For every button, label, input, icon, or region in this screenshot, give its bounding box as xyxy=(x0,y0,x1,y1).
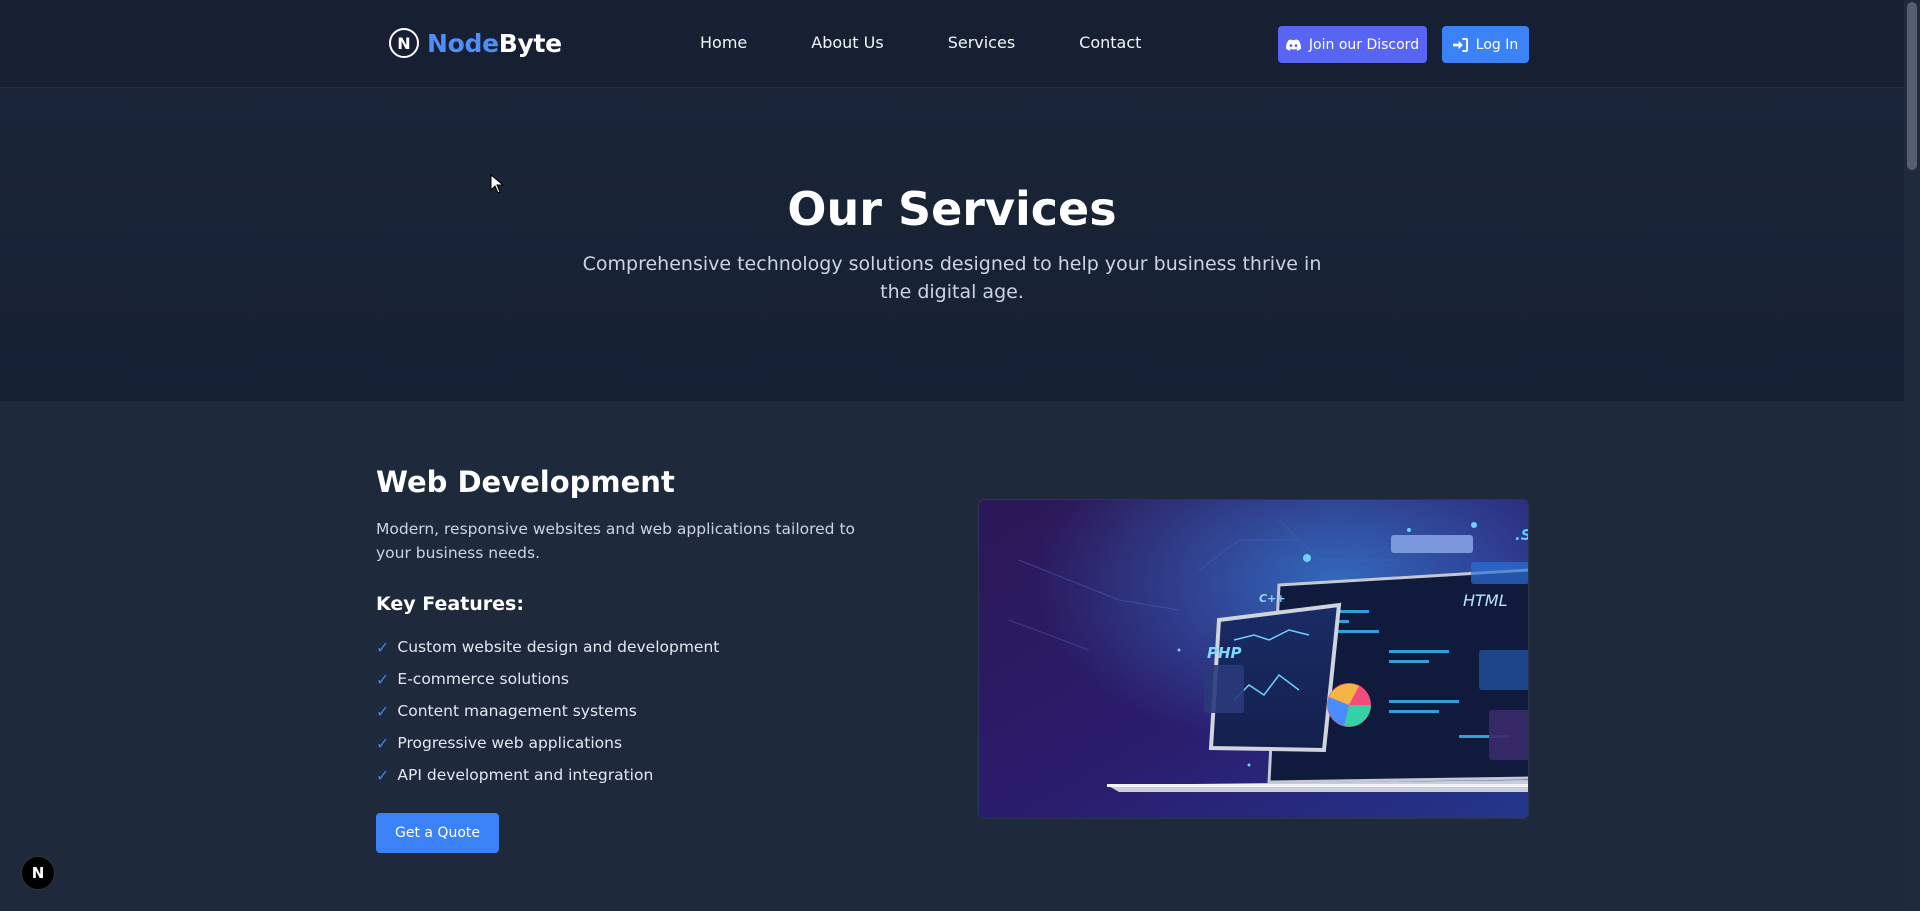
nav-link-home[interactable]: Home xyxy=(700,33,747,52)
service-title: Web Development xyxy=(376,465,675,499)
feature-label: Progressive web applications xyxy=(397,734,623,752)
discord-icon xyxy=(1285,38,1301,51)
main-nav: Home About Us Services Contact xyxy=(700,33,1205,52)
scrollbar-thumb[interactable] xyxy=(1907,2,1917,170)
feature-item: ✓ E-commerce solutions xyxy=(376,663,719,695)
navbar: N NodeByte Home About Us Services Contac… xyxy=(0,0,1904,88)
service-web-development: Web Development Modern, responsive websi… xyxy=(0,401,1904,911)
feature-item: ✓ Content management systems xyxy=(376,695,719,727)
feature-label: API development and integration xyxy=(397,766,654,784)
hero-section: Our Services Comprehensive technology so… xyxy=(0,88,1904,401)
nextjs-dev-badge[interactable]: N xyxy=(21,856,55,890)
check-icon: ✓ xyxy=(376,701,390,721)
image-label-php: PHP xyxy=(1207,644,1242,662)
discord-button-label: Join our Discord xyxy=(1308,36,1420,53)
page-title: Our Services xyxy=(787,182,1117,236)
login-button[interactable]: Log In xyxy=(1442,26,1529,63)
feature-label: Content management systems xyxy=(397,702,637,720)
image-label-s: .S xyxy=(1515,526,1529,544)
brand-name-part1: Node xyxy=(427,28,499,58)
feature-item: ✓ API development and integration xyxy=(376,759,719,791)
logo-mark-icon: N xyxy=(389,28,419,58)
check-icon: ✓ xyxy=(376,733,390,753)
page-viewport: N NodeByte Home About Us Services Contac… xyxy=(0,0,1904,911)
image-label-html: HTML xyxy=(1463,591,1508,610)
image-label-cpp: C++ xyxy=(1259,592,1286,605)
brand-name-part2: Byte xyxy=(498,28,562,58)
check-icon: ✓ xyxy=(376,637,390,657)
feature-list: ✓ Custom website design and development ✓… xyxy=(376,631,719,791)
page-scrollbar[interactable] xyxy=(1904,0,1920,911)
nav-link-about[interactable]: About Us xyxy=(811,33,883,52)
feature-label: E-commerce solutions xyxy=(397,670,570,688)
join-discord-button[interactable]: Join our Discord xyxy=(1278,26,1427,63)
cursor-icon xyxy=(490,174,504,194)
get-quote-button[interactable]: Get a Quote xyxy=(376,813,499,853)
nav-link-contact[interactable]: Contact xyxy=(1079,33,1141,52)
service-illustration: C++ PHP HTML .S xyxy=(978,499,1529,819)
feature-item: ✓ Custom website design and development xyxy=(376,631,719,663)
check-icon: ✓ xyxy=(376,765,390,785)
login-icon xyxy=(1452,37,1468,52)
page-subtitle: Comprehensive technology solutions desig… xyxy=(582,253,1322,303)
service-description: Modern, responsive websites and web appl… xyxy=(376,520,856,562)
login-button-label: Log In xyxy=(1475,36,1519,53)
check-icon: ✓ xyxy=(376,669,390,689)
brand-name: NodeByte xyxy=(427,29,562,58)
nav-link-services[interactable]: Services xyxy=(948,33,1015,52)
brand-logo[interactable]: N NodeByte xyxy=(389,28,562,58)
feature-label: Custom website design and development xyxy=(397,638,720,656)
feature-item: ✓ Progressive web applications xyxy=(376,727,719,759)
key-features-heading: Key Features: xyxy=(376,593,524,615)
